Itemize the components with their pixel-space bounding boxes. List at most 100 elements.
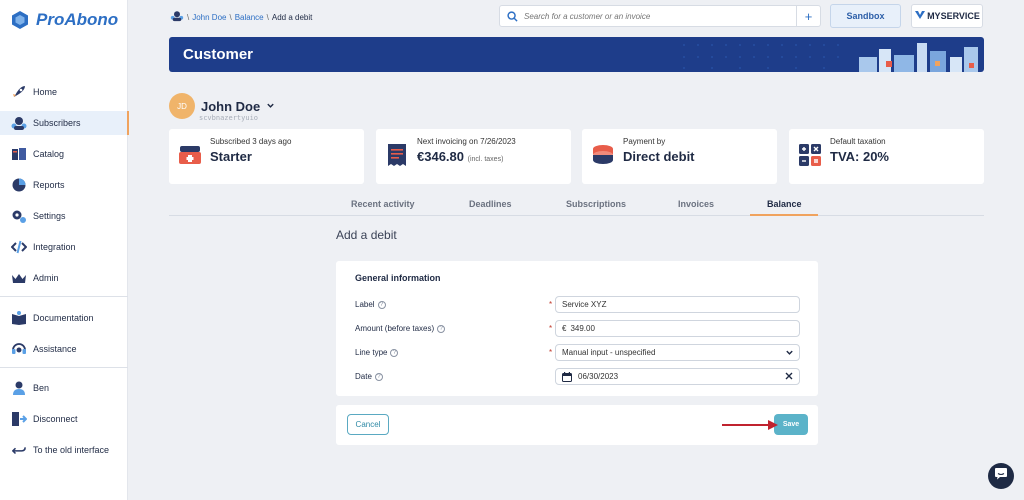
brand-label: MYSERVICE xyxy=(927,11,980,21)
sidebar-item-integration[interactable]: Integration xyxy=(0,235,128,259)
amount-input[interactable]: €349.00 xyxy=(555,320,800,337)
coins-icon xyxy=(590,142,616,173)
sidebar-item-home[interactable]: Home xyxy=(0,80,128,104)
required-mark: * xyxy=(549,300,553,309)
breadcrumb-separator: \ xyxy=(187,12,190,22)
sidebar-item-disconnect[interactable]: Disconnect xyxy=(0,407,128,431)
customer-reference: scvbnazertyuio xyxy=(199,114,259,122)
label-input[interactable]: Service XYZ xyxy=(555,296,800,313)
sidebar-item-label: Disconnect xyxy=(33,414,78,424)
line-type-field-label: Line type? xyxy=(355,348,399,357)
sandbox-button[interactable]: Sandbox xyxy=(830,4,901,28)
general-information-form: General information Label? * Service XYZ… xyxy=(336,261,818,396)
headset-icon xyxy=(10,340,28,358)
receipt-icon xyxy=(384,142,410,173)
help-icon[interactable]: ? xyxy=(374,372,383,381)
back-arrow-icon xyxy=(10,441,28,459)
pie-chart-icon xyxy=(10,176,28,194)
form-section-title: General information xyxy=(355,273,441,283)
logo[interactable]: ProAbono xyxy=(10,10,118,30)
customer-tabs: Recent activity Deadlines Subscriptions … xyxy=(169,194,984,216)
help-icon[interactable]: ? xyxy=(377,300,386,309)
taxation-card: Default taxation TVA: 20% xyxy=(789,129,984,184)
sidebar-item-user[interactable]: Ben xyxy=(0,376,128,400)
tab-deadlines[interactable]: Deadlines xyxy=(469,199,512,209)
account-nav: Ben Disconnect To the old interface xyxy=(0,376,128,462)
subscription-stack-icon xyxy=(177,142,203,173)
sidebar-item-label: Subscribers xyxy=(33,118,81,128)
card-value: Direct debit xyxy=(623,149,695,164)
sidebar-item-old-interface[interactable]: To the old interface xyxy=(0,438,128,462)
crown-icon xyxy=(10,269,28,287)
date-picker[interactable]: 06/30/2023 xyxy=(555,368,800,385)
book-icon xyxy=(10,309,28,327)
help-nav: Documentation Assistance xyxy=(0,306,128,361)
label-field-label: Label? xyxy=(355,300,386,309)
card-label: Subscribed 3 days ago xyxy=(210,137,292,146)
sidebar: ProAbono Home Subscribers Catalog Report… xyxy=(0,0,129,500)
active-tab-indicator xyxy=(750,214,818,216)
breadcrumb-separator: \ xyxy=(266,12,269,22)
breadcrumb-customer-link[interactable]: John Doe xyxy=(192,13,226,22)
user-icon xyxy=(10,379,28,397)
sidebar-item-admin[interactable]: Admin xyxy=(0,266,128,290)
tab-recent-activity[interactable]: Recent activity xyxy=(351,199,415,209)
amount-field-label: Amount (before taxes)? xyxy=(355,324,446,333)
sidebar-item-catalog[interactable]: Catalog xyxy=(0,142,128,166)
search-icon xyxy=(500,10,524,22)
sidebar-item-documentation[interactable]: Documentation xyxy=(0,306,128,330)
sidebar-item-subscribers[interactable]: Subscribers xyxy=(0,111,129,135)
sidebar-divider xyxy=(0,367,128,368)
currency-symbol: € xyxy=(562,324,567,333)
avatar: JD xyxy=(169,93,195,119)
card-label: Default taxation xyxy=(830,137,886,146)
calendar-icon xyxy=(562,371,572,382)
page-title: Add a debit xyxy=(336,228,397,242)
sidebar-item-label: Assistance xyxy=(33,344,77,354)
customer-name[interactable]: John Doe xyxy=(201,99,260,114)
add-button[interactable]: + xyxy=(796,6,820,26)
brand-button[interactable]: MYSERVICE xyxy=(911,4,983,28)
sidebar-item-label: Home xyxy=(33,87,58,97)
sidebar-item-label: Reports xyxy=(33,180,65,190)
code-icon xyxy=(10,238,28,256)
required-mark: * xyxy=(549,348,553,357)
invoicing-card: Next invoicing on 7/26/2023 €346.80 (inc… xyxy=(376,129,571,184)
rocket-icon xyxy=(10,83,28,101)
card-value: Starter xyxy=(210,149,252,164)
help-icon[interactable]: ? xyxy=(390,348,399,357)
brand-logo-icon xyxy=(914,10,926,22)
sidebar-divider xyxy=(0,296,128,297)
tab-subscriptions[interactable]: Subscriptions xyxy=(566,199,626,209)
page-banner: Customer xyxy=(169,37,984,72)
sidebar-item-label: Admin xyxy=(33,273,59,283)
chevron-down-icon xyxy=(785,348,794,359)
card-label: Next invoicing on 7/26/2023 xyxy=(417,137,516,146)
subscribers-icon[interactable] xyxy=(170,10,184,24)
cancel-button[interactable]: Cancel xyxy=(347,414,389,435)
tab-balance[interactable]: Balance xyxy=(767,199,802,209)
card-amount: €346.80 xyxy=(417,149,464,164)
subscription-card: Subscribed 3 days ago Starter xyxy=(169,129,364,184)
subscribers-icon xyxy=(10,114,28,132)
logo-text: ProAbono xyxy=(36,10,119,29)
breadcrumb-balance-link[interactable]: Balance xyxy=(235,13,264,22)
sidebar-item-assistance[interactable]: Assistance xyxy=(0,337,128,361)
breadcrumb-current: Add a debit xyxy=(271,12,313,22)
sidebar-item-label: Integration xyxy=(33,242,76,252)
sidebar-item-settings[interactable]: Settings xyxy=(0,204,128,228)
card-label: Payment by xyxy=(623,137,666,146)
line-type-select[interactable]: Manual input - unspecified xyxy=(555,344,800,361)
search-input[interactable] xyxy=(524,11,796,21)
tab-invoices[interactable]: Invoices xyxy=(678,199,714,209)
required-mark: * xyxy=(549,324,553,333)
chevron-down-icon[interactable] xyxy=(266,97,275,115)
sidebar-item-reports[interactable]: Reports xyxy=(0,173,128,197)
help-icon[interactable]: ? xyxy=(437,324,446,333)
sidebar-item-label: To the old interface xyxy=(33,445,110,455)
breadcrumb-separator: \ xyxy=(229,12,232,22)
chat-button[interactable] xyxy=(988,463,1014,489)
card-value: TVA: 20% xyxy=(830,149,889,164)
close-icon[interactable] xyxy=(784,371,794,383)
main-nav: Home Subscribers Catalog Reports Setting… xyxy=(0,80,129,290)
